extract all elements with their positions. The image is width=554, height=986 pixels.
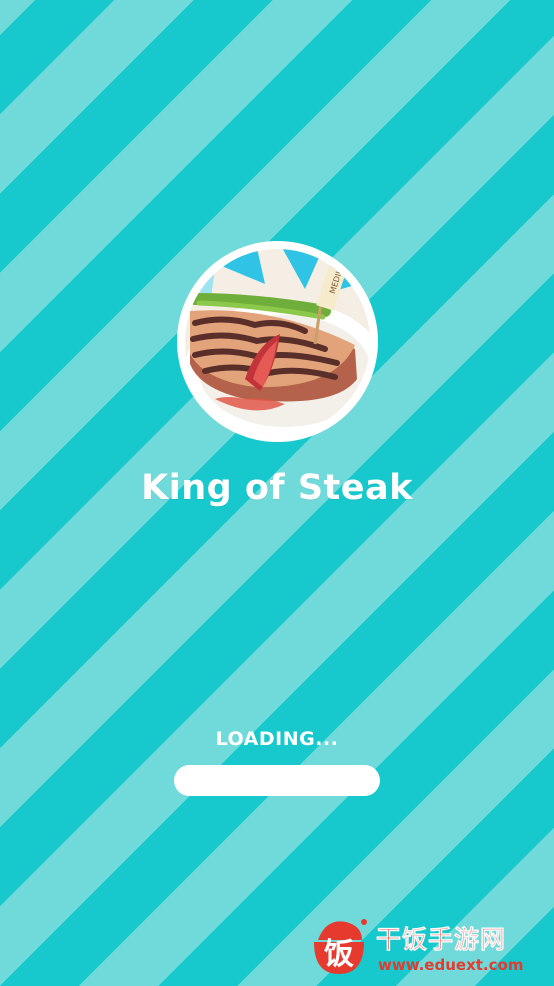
loading-progress-bar — [174, 765, 380, 796]
loading-label: LOADING... — [215, 728, 339, 750]
watermark: 饭 干饭手游网 www.eduext.com — [306, 912, 546, 978]
steak-plate-icon: MEDIUM — [185, 249, 370, 434]
rice-bowl-logo-icon: 饭 — [314, 919, 367, 974]
watermark-name: 干饭手游网 — [376, 925, 507, 955]
watermark-glyph: 饭 — [324, 937, 354, 972]
app-title: King of Steak — [141, 468, 413, 508]
watermark-url: www.eduext.com — [378, 956, 524, 974]
app-logo: MEDIUM — [177, 241, 378, 442]
